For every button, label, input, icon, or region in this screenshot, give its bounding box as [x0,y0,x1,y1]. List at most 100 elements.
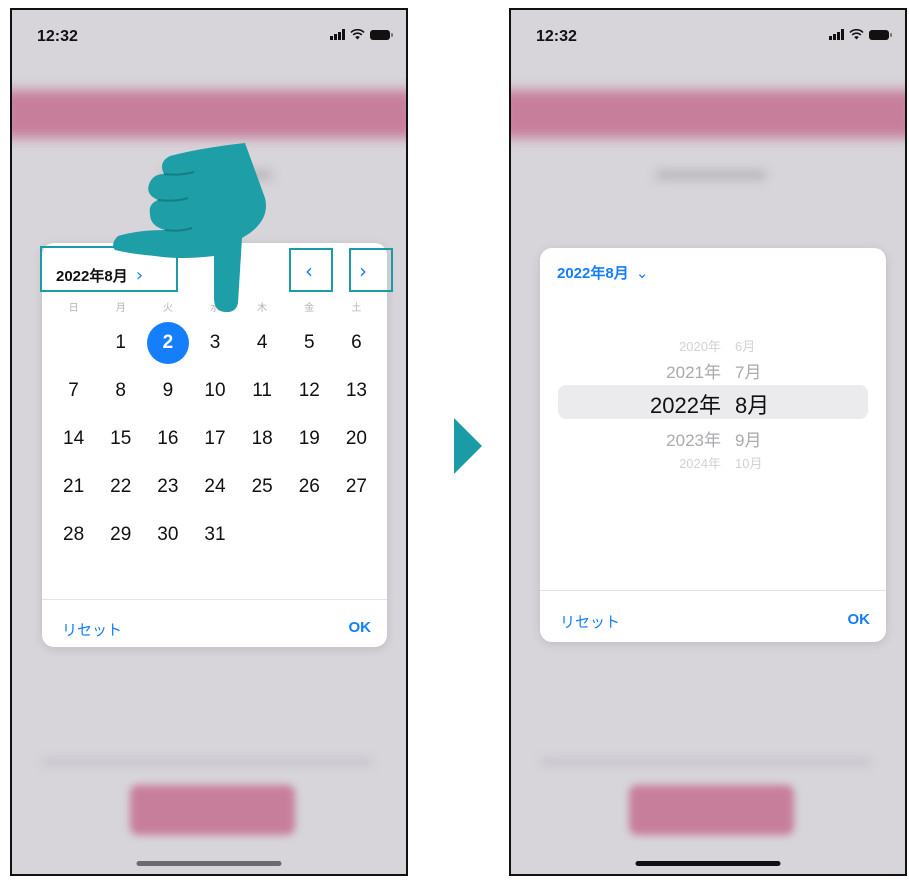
blurred-header-band [511,90,905,138]
pointing-hand-icon [113,143,266,313]
picker-month: 9月 [735,431,762,450]
play-arrow-icon [454,418,482,474]
picker-row[interactable]: 2020年 6月 [540,336,886,355]
picker-row[interactable]: 2023年 9月 [540,426,886,451]
footer-divider [540,590,886,591]
day-number: 22 [110,476,132,497]
day-number: 30 [157,524,179,545]
day-number: 25 [251,476,273,497]
status-bar: 12:32 [12,10,406,62]
picker-row[interactable]: 2021年 7月 [540,358,886,383]
status-bar: 12:32 [511,10,905,62]
picker-month: 8月 [735,393,770,418]
picker-month: 10月 [735,456,763,471]
day-cell[interactable]: 21 [50,463,97,511]
day-number: 18 [251,428,273,449]
blurred-line [541,760,871,764]
ok-button[interactable]: OK [349,619,372,636]
day-number: 11 [252,380,272,401]
picker-year: 2022年 [650,393,721,418]
day-cell[interactable]: 17 [191,415,238,463]
day-cell[interactable]: 27 [333,463,380,511]
day-number: 7 [68,380,79,401]
battery-icon [869,29,892,40]
picker-row[interactable]: 2024年 10月 [540,453,886,472]
day-cell[interactable]: 23 [144,463,191,511]
day-cell-selected[interactable]: 2 [144,319,191,367]
blurred-header-band [12,90,406,138]
day-cell[interactable]: 30 [144,511,191,559]
day-cell[interactable]: 20 [333,415,380,463]
blurred-submit-button [130,785,295,835]
day-cell[interactable]: 29 [97,511,144,559]
day-cell[interactable]: 28 [50,511,97,559]
day-cell[interactable]: 18 [239,415,286,463]
day-grid: 1 2 3 4 5 6 7 8 9 10 11 12 13 14 15 16 17 18 19 20 21 22 23 24 2… [50,319,380,559]
day-cell[interactable]: 25 [239,463,286,511]
day-cell[interactable]: 22 [97,463,144,511]
weekday-label: 日 [68,303,79,314]
day-number: 20 [345,428,367,449]
blurred-submit-button [629,785,794,835]
day-number: 27 [345,476,367,497]
day-cell[interactable]: 19 [286,415,333,463]
day-number: 28 [63,524,85,545]
day-cell[interactable]: 7 [50,367,97,415]
footer-divider [42,599,387,600]
day-cell[interactable]: 1 [97,319,144,367]
day-number: 3 [209,332,221,353]
phone-left-screen: 12:32 2022年8月 › ‹ › 日月火水木金土 1 2 3 4 5 6 7 8 9 10 1… [10,8,408,876]
day-cell[interactable]: 16 [144,415,191,463]
reset-button[interactable]: リセット [62,619,122,640]
day-number: 24 [204,476,226,497]
status-icons [330,29,393,40]
wifi-icon [849,29,864,40]
status-time: 12:32 [37,28,78,45]
day-number: 15 [110,428,132,449]
day-number: 21 [63,476,85,497]
day-number: 9 [162,380,174,401]
picker-year: 2020年 [679,339,721,354]
day-cell[interactable]: 26 [286,463,333,511]
picker-year: 2023年 [666,431,721,450]
day-cell[interactable]: 10 [191,367,238,415]
day-number: 26 [298,476,320,497]
blurred-line [42,760,372,764]
picker-year: 2024年 [679,456,721,471]
day-number: 14 [63,428,85,449]
day-number: 6 [351,332,362,353]
reset-button[interactable]: リセット [560,611,620,632]
month-year-picker-dialog: 2022年8月 ⌄ 2020年 6月 2021年 7月 2022年 8月 2023年 9月 20… [540,248,886,642]
cellular-signal-icon [829,29,844,40]
day-cell[interactable]: 11 [239,367,286,415]
day-cell[interactable]: 8 [97,367,144,415]
prev-button-highlight [289,248,333,292]
picker-row[interactable]: 2022年 8月 [540,388,886,420]
ok-button[interactable]: OK [848,611,871,628]
day-cell[interactable]: 31 [191,511,238,559]
day-cell[interactable]: 13 [333,367,380,415]
day-cell[interactable]: 6 [333,319,380,367]
day-cell[interactable]: 4 [239,319,286,367]
picker-month: 7月 [735,363,762,382]
day-number: 4 [256,332,268,353]
day-number: 23 [157,476,179,497]
day-cell[interactable]: 14 [50,415,97,463]
day-cell[interactable]: 12 [286,367,333,415]
day-number: 2 [162,332,174,353]
day-cell[interactable]: 5 [286,319,333,367]
status-icons [829,29,892,40]
weekday-label: 土 [351,303,362,314]
day-cell[interactable]: 9 [144,367,191,415]
day-cell[interactable]: 15 [97,415,144,463]
day-cell-empty [50,319,97,367]
day-cell[interactable]: 3 [191,319,238,367]
day-number: 19 [298,428,320,449]
wifi-icon [350,29,365,40]
day-number: 10 [204,380,226,401]
battery-icon [370,29,393,40]
day-number: 16 [157,428,179,449]
home-indicator [635,861,781,866]
month-year-wheel[interactable]: 2020年 6月 2021年 7月 2022年 8月 2023年 9月 2024年 10月 [540,248,886,548]
day-cell[interactable]: 24 [191,463,238,511]
